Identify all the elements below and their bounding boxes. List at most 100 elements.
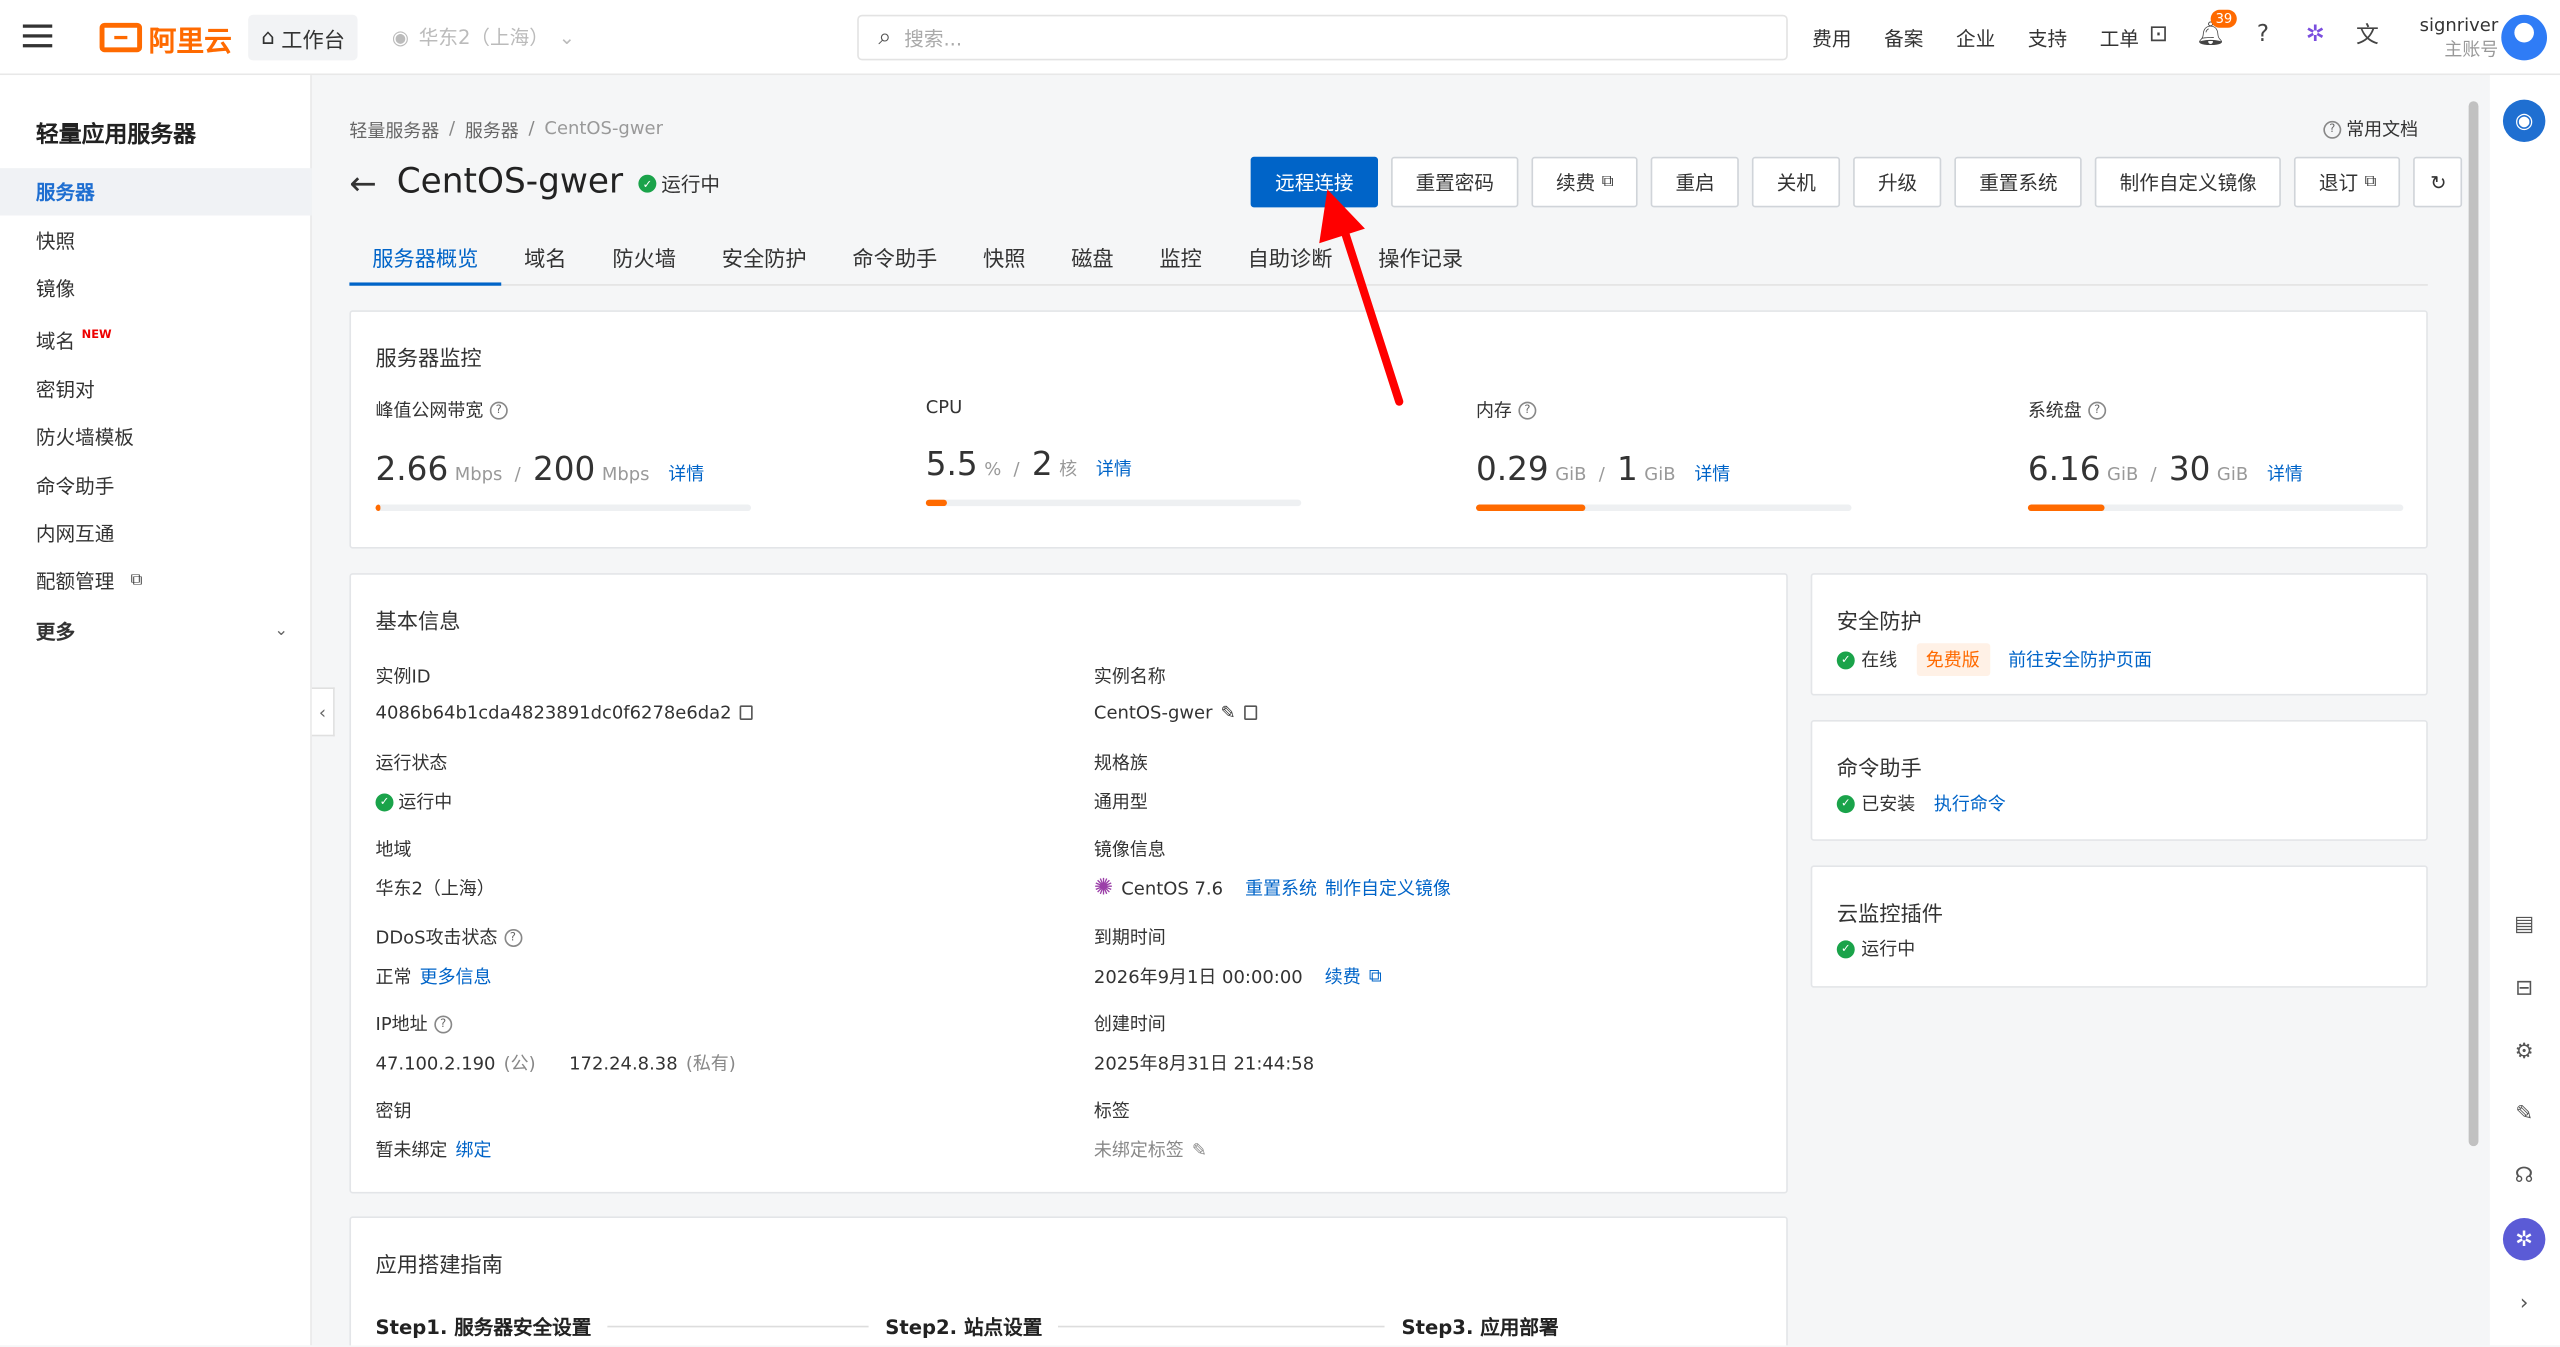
sidebar-collapse-button[interactable]: ‹ xyxy=(311,687,335,737)
tab-domain[interactable]: 域名 xyxy=(501,242,589,286)
command-helper-status: ✓ 已安装 执行命令 xyxy=(1836,790,2006,816)
restart-button[interactable]: 重启 xyxy=(1650,156,1740,208)
custom-image-link[interactable]: 制作自定义镜像 xyxy=(1325,875,1451,901)
avatar[interactable] xyxy=(2501,14,2548,61)
region-selector[interactable]: ◉ 华东2（上海） ⌄ xyxy=(392,23,575,51)
workbench-button[interactable]: ⌂ 工作台 xyxy=(248,14,359,61)
guide-step[interactable]: Step2. 站点设置 xyxy=(885,1313,1401,1341)
security-page-link[interactable]: 前往安全防护页面 xyxy=(2008,647,2152,673)
sidebar-item-domains[interactable]: 域名 NEW xyxy=(0,317,312,364)
monitor-disk: 系统盘? 6.16 GiB / 30 GiB 详情 xyxy=(2027,397,2404,512)
help-icon[interactable]: ? xyxy=(489,400,508,419)
field-region: 地域 华东2（上海） xyxy=(376,836,495,901)
ai-star-icon[interactable]: ✲ xyxy=(2502,1217,2546,1261)
nav-icp[interactable]: 备案 xyxy=(1884,24,1923,52)
unsubscribe-button[interactable]: 退订 ⧉ xyxy=(2294,156,2401,208)
search-input[interactable]: ⌕ 搜索... xyxy=(857,14,1788,61)
help-icon[interactable]: ? xyxy=(2248,20,2277,49)
top-icons: ⊡ 🔔︎ 39 ? ✲ 文 xyxy=(2144,9,2382,49)
language-icon[interactable]: 文 xyxy=(2353,20,2382,49)
nav-support[interactable]: 支持 xyxy=(2028,24,2067,52)
sidebar-item-quota[interactable]: 配额管理 ⧉ xyxy=(0,557,312,604)
help-icon[interactable]: ? xyxy=(2088,400,2107,419)
detail-link[interactable]: 详情 xyxy=(668,460,704,486)
sidebar-item-intranet[interactable]: 内网互通 xyxy=(0,509,312,556)
tab-snapshot[interactable]: 快照 xyxy=(960,242,1048,286)
breadcrumb-item[interactable]: 服务器 xyxy=(465,118,519,144)
edit-icon[interactable]: ✎ xyxy=(1221,702,1236,723)
sidebar-item-keypairs[interactable]: 密钥对 xyxy=(0,366,312,413)
help-icon[interactable]: ? xyxy=(503,928,522,947)
tab-command-assistant[interactable]: 命令助手 xyxy=(830,242,961,286)
refresh-button[interactable]: ↻ xyxy=(2413,156,2463,208)
upgrade-button[interactable]: 升级 xyxy=(1853,156,1942,208)
tab-overview[interactable]: 服务器概览 xyxy=(349,242,502,286)
renew-button[interactable]: 续费 ⧉ xyxy=(1531,156,1638,208)
monitor-cpu: CPU 5.5% / 2核 详情 xyxy=(925,397,1302,507)
feedback-edit-icon[interactable]: ✎ xyxy=(2509,1099,2538,1128)
create-custom-image-button[interactable]: 制作自定义镜像 xyxy=(2095,156,2282,208)
guide-step[interactable]: Step1. 服务器安全设置 xyxy=(376,1313,886,1341)
reset-system-link[interactable]: 重置系统 xyxy=(1245,875,1317,901)
edit-icon[interactable]: ✎ xyxy=(1192,1139,1207,1160)
detail-link[interactable]: 详情 xyxy=(1096,456,1132,482)
copy-icon[interactable] xyxy=(1243,705,1257,721)
aliyun-logo[interactable]: 阿里云 xyxy=(99,20,232,58)
nav-ticket[interactable]: 工单 xyxy=(2100,24,2139,52)
nav-fees[interactable]: 费用 xyxy=(1812,24,1851,52)
reset-password-button[interactable]: 重置密码 xyxy=(1391,156,1519,208)
refresh-icon: ↻ xyxy=(2430,170,2447,194)
external-link-icon: ⧉ xyxy=(130,571,143,590)
sidebar-more-label: 更多 xyxy=(35,620,76,644)
bind-key-link[interactable]: 绑定 xyxy=(456,1136,492,1162)
back-arrow-icon[interactable]: ← xyxy=(349,163,376,202)
guide-step[interactable]: Step3. 应用部署 xyxy=(1402,1313,1559,1341)
copy-icon[interactable] xyxy=(739,705,753,721)
scrollbar-thumb[interactable] xyxy=(2468,101,2479,1147)
tab-operation-log[interactable]: 操作记录 xyxy=(1355,242,1486,286)
unit: 核 xyxy=(1059,458,1078,481)
tab-monitor[interactable]: 监控 xyxy=(1137,242,1225,286)
detail-link[interactable]: 详情 xyxy=(1694,460,1730,486)
card-title: 云监控插件 xyxy=(1836,902,1943,928)
sidebar-item-firewall-templates[interactable]: 防火墙模板 xyxy=(0,413,312,460)
chevron-right-icon[interactable]: › xyxy=(2509,1288,2538,1317)
breadcrumb-item[interactable]: 轻量服务器 xyxy=(349,118,439,144)
sidebar-item-snapshots[interactable]: 快照 xyxy=(0,217,312,264)
reset-system-button[interactable]: 重置系统 xyxy=(1954,156,2083,208)
public-ip: 47.100.2.190 xyxy=(375,1052,496,1074)
notes-icon[interactable]: ▤ xyxy=(2509,909,2538,938)
sidebar-item-servers[interactable]: 服务器 xyxy=(0,168,312,216)
external-link-icon[interactable]: ⧉ xyxy=(1369,965,1382,988)
gear-icon[interactable]: ⚙ xyxy=(2509,1037,2538,1066)
tab-disk[interactable]: 磁盘 xyxy=(1048,242,1136,286)
user-info[interactable]: signriver 主账号 xyxy=(2420,13,2499,62)
ticket-icon[interactable]: ⊟ xyxy=(2509,973,2538,1002)
help-icon[interactable]: ? xyxy=(434,1014,453,1033)
centos-logo-icon: ✺ xyxy=(1093,875,1114,902)
help-icon[interactable]: ? xyxy=(1518,400,1537,419)
monitor-total: 200 xyxy=(532,448,596,489)
robot-assistant-icon[interactable]: ◉ xyxy=(2502,99,2546,143)
run-command-link[interactable]: 执行命令 xyxy=(1934,790,2006,816)
headset-icon[interactable]: ☊ xyxy=(2509,1161,2538,1190)
terminal-icon[interactable]: ⊡ xyxy=(2144,20,2173,49)
cms-state: 运行中 xyxy=(1861,938,1916,961)
tab-diagnosis[interactable]: 自助诊断 xyxy=(1225,242,1356,286)
more-info-link[interactable]: 更多信息 xyxy=(420,963,492,989)
detail-link[interactable]: 详情 xyxy=(2267,460,2303,486)
sidebar-more[interactable]: 更多 ⌄ xyxy=(0,607,312,654)
menu-icon[interactable] xyxy=(22,24,53,48)
tab-security[interactable]: 安全防护 xyxy=(699,242,830,286)
renew-link[interactable]: 续费 xyxy=(1325,963,1361,989)
tab-firewall[interactable]: 防火墙 xyxy=(589,242,698,286)
sidebar-item-images[interactable]: 镜像 xyxy=(0,264,312,311)
sidebar-item-command-assistant[interactable]: 命令助手 xyxy=(0,462,312,509)
nav-enterprise[interactable]: 企业 xyxy=(1956,24,1995,52)
bell-icon[interactable]: 🔔︎ 39 xyxy=(2196,9,2238,49)
shutdown-button[interactable]: 关机 xyxy=(1752,156,1841,208)
command-helper-card: 命令助手 ✓ 已安装 执行命令 xyxy=(1810,720,2428,841)
ai-assistant-icon[interactable]: ✲ xyxy=(2300,20,2329,49)
docs-link[interactable]: ? 常用文档 xyxy=(2323,116,2418,142)
remote-connect-button[interactable]: 远程连接 xyxy=(1250,156,1379,208)
